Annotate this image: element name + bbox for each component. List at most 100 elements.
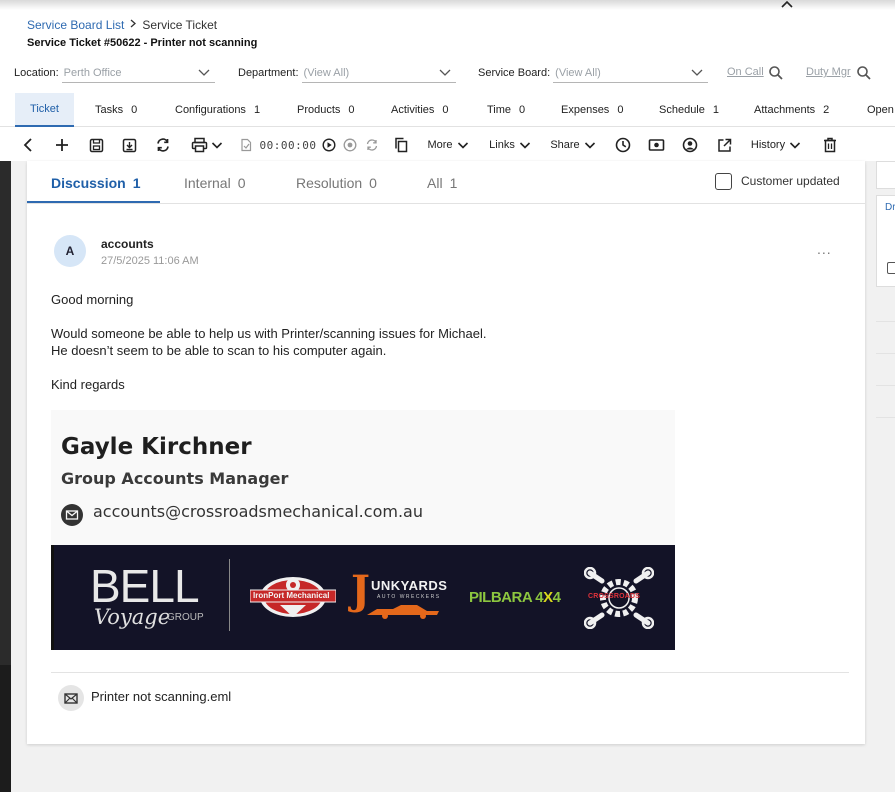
- delete-button[interactable]: [820, 129, 840, 161]
- reset-icon: [366, 139, 378, 151]
- contact-button[interactable]: [680, 129, 700, 161]
- breadcrumb-current: Service Ticket: [142, 18, 218, 32]
- collapse-header-icon[interactable]: [780, 0, 794, 13]
- right-panel-checkbox[interactable]: [887, 262, 895, 274]
- refresh-icon: [157, 138, 169, 152]
- tab-schedule[interactable]: Schedule 1: [659, 93, 719, 127]
- save-close-button[interactable]: [119, 129, 139, 161]
- voyage-logo-text: Voyage: [94, 605, 171, 629]
- duty-mgr-link[interactable]: Duty Mgr: [806, 66, 851, 78]
- back-button[interactable]: [18, 129, 38, 161]
- notes-tab-count: 1: [132, 174, 141, 191]
- tab-label: Expenses: [561, 104, 610, 116]
- note-body-line: Good morning: [51, 292, 134, 307]
- save-button[interactable]: [86, 129, 106, 161]
- breadcrumb: Service Board List Service Ticket: [27, 18, 217, 32]
- notes-card: Discussion 1 Internal 0 Resolution 0 All 1 C…: [27, 161, 865, 744]
- service-board-filter: Service Board: (View All): [478, 63, 709, 83]
- new-button[interactable]: [52, 129, 72, 161]
- note-more-options-icon[interactable]: ...: [817, 241, 832, 257]
- junkyards-sub-text: AUTO WRECKERS: [377, 594, 441, 600]
- tab-tasks[interactable]: Tasks 0: [95, 93, 137, 127]
- on-call-search-icon[interactable]: [768, 65, 784, 81]
- tab-open[interactable]: Open: [867, 93, 894, 127]
- refresh-button[interactable]: [153, 129, 173, 161]
- signature-role: Group Accounts Manager: [61, 469, 289, 488]
- timer-play-button[interactable]: [321, 129, 337, 161]
- junkyards-logo: J UNKYARDS AUTO WRECKERS: [351, 567, 447, 623]
- on-call-link[interactable]: On Call: [727, 66, 764, 78]
- location-filter: Location: Perth Office: [14, 63, 215, 83]
- tab-internal[interactable]: Internal 0: [184, 161, 246, 204]
- notes-tab-label: Internal: [184, 174, 231, 191]
- stop-icon: [343, 138, 357, 152]
- print-menu-button[interactable]: [187, 129, 227, 161]
- copy-button[interactable]: [392, 129, 410, 161]
- right-panel-divider: [876, 385, 895, 386]
- tab-all[interactable]: All 1: [427, 161, 457, 204]
- ticket-tabs: Ticket Tasks 0 Configurations 1 Products 0 …: [0, 93, 895, 127]
- printer-icon: [191, 137, 208, 153]
- group-logo-text: GROUP: [167, 612, 204, 623]
- note-body-line: He doesn’t seem to be able to scan to hi…: [51, 343, 387, 358]
- envelope-icon: [61, 504, 83, 526]
- chevron-down-icon: [211, 142, 223, 149]
- right-panel-divider: [876, 321, 895, 322]
- right-side-panel: Dr: [875, 161, 895, 792]
- tab-count: 2: [823, 104, 830, 116]
- customer-updated-toggle[interactable]: Customer updated: [715, 171, 840, 191]
- history-label: History: [750, 139, 786, 151]
- timer-entry-icon[interactable]: [238, 129, 254, 161]
- notes-tab-count: 0: [237, 174, 246, 191]
- tab-expenses[interactable]: Expenses 0: [561, 93, 623, 127]
- links-menu[interactable]: Links: [487, 129, 533, 161]
- notes-tab-count: 1: [449, 174, 458, 191]
- attachment-link[interactable]: Printer not scanning.eml: [91, 689, 231, 704]
- right-panel-box: [876, 161, 895, 189]
- notes-tab-label: All: [427, 174, 443, 191]
- tab-count: 0: [348, 104, 355, 116]
- timer-reset-button[interactable]: [364, 129, 380, 161]
- location-select[interactable]: Perth Office: [61, 63, 215, 83]
- crossroads-logo: CROSSROADS: [583, 566, 655, 630]
- pilbara-logo-x: X: [543, 589, 553, 606]
- tab-ticket[interactable]: Ticket: [15, 93, 74, 127]
- tab-configurations[interactable]: Configurations 1: [175, 93, 260, 127]
- share-menu[interactable]: Share: [549, 129, 597, 161]
- email-attachment-icon: [58, 685, 84, 711]
- tab-count: 1: [712, 104, 719, 116]
- tab-attachments[interactable]: Attachments 2: [754, 93, 829, 127]
- service-board-select[interactable]: (View All): [553, 63, 709, 83]
- right-panel-divider: [876, 353, 895, 354]
- tab-discussion[interactable]: Discussion 1: [51, 161, 141, 204]
- history-menu[interactable]: History: [748, 129, 804, 161]
- signature-name: Gayle Kirchner: [61, 434, 252, 460]
- customer-updated-label: Customer updated: [741, 174, 840, 188]
- chevron-down-icon: [439, 69, 450, 76]
- note-divider: [51, 672, 849, 673]
- department-select[interactable]: (View All): [301, 63, 456, 83]
- tab-activities[interactable]: Activities 0: [391, 93, 449, 127]
- clock-button[interactable]: [613, 129, 633, 161]
- duty-mgr-search-icon[interactable]: [856, 65, 872, 81]
- more-menu[interactable]: More: [425, 129, 471, 161]
- links-label: Links: [489, 139, 515, 151]
- chevron-right-icon: [130, 19, 137, 31]
- tab-time[interactable]: Time 0: [487, 93, 525, 127]
- customer-updated-checkbox[interactable]: [715, 172, 732, 190]
- breadcrumb-service-board-list[interactable]: Service Board List: [27, 18, 124, 32]
- department-label: Department:: [238, 67, 299, 79]
- tab-label: Configurations: [175, 104, 246, 116]
- ironport-logo: IronPort Mechanical: [249, 571, 337, 623]
- copy-icon: [395, 137, 408, 153]
- share-label: Share: [550, 139, 580, 151]
- avatar: A: [54, 235, 86, 267]
- open-external-button[interactable]: [714, 129, 734, 161]
- expense-button[interactable]: [646, 129, 666, 161]
- tab-products[interactable]: Products 0: [297, 93, 355, 127]
- tab-resolution[interactable]: Resolution 0: [296, 161, 377, 204]
- ticket-toolbar: 00:00:00 More Links Share History: [0, 129, 895, 161]
- chevron-down-icon: [198, 69, 210, 76]
- timer-stop-button[interactable]: [342, 129, 358, 161]
- logo-divider: [229, 559, 230, 631]
